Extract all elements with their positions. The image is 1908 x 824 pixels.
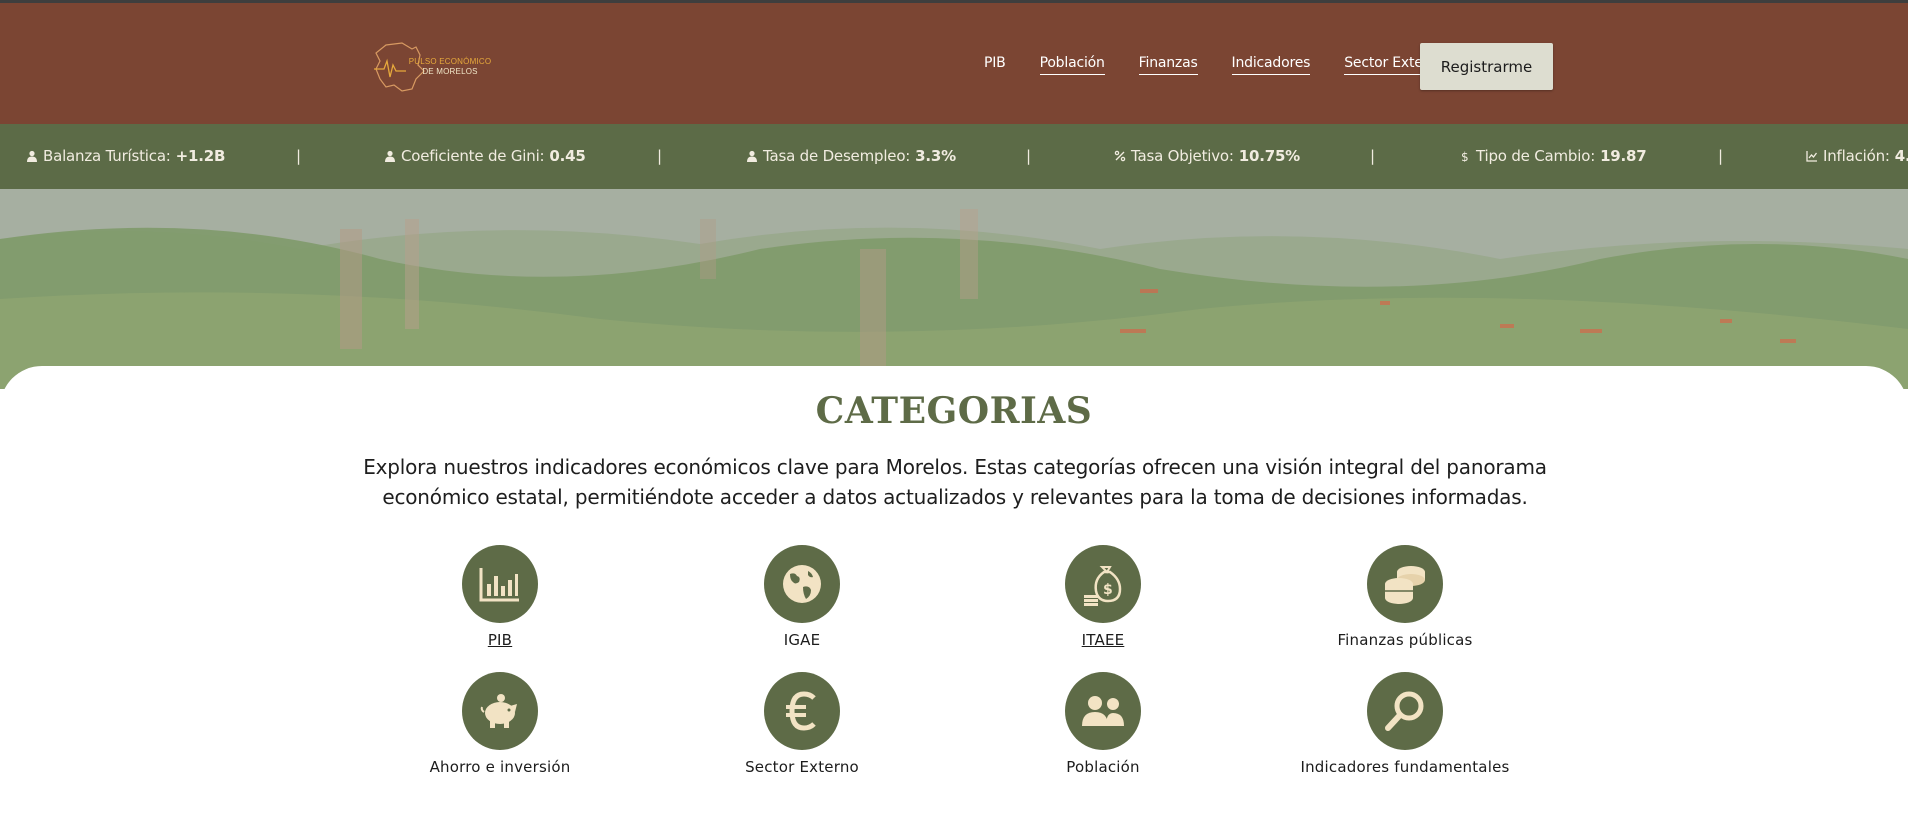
ticker-value: 19.87: [1600, 147, 1647, 165]
ticker-label: Tasa de Desempleo:: [763, 147, 911, 165]
nav-link-poblacion[interactable]: Población: [1039, 55, 1105, 75]
category-icon-circle[interactable]: [764, 545, 840, 623]
category-label[interactable]: ITAEE: [973, 631, 1233, 649]
category-icon-circle[interactable]: [462, 545, 538, 623]
globe-icon: [783, 565, 821, 603]
ticker-item-inflacion: Inflación: 4.: [1806, 147, 1908, 165]
description-line: económico estatal, permitiéndote acceder…: [382, 485, 1528, 509]
category-icon-circle[interactable]: [462, 672, 538, 750]
description-line: Explora nuestros indicadores económicos …: [363, 455, 1547, 479]
ticker-label: Balanza Turística:: [43, 147, 171, 165]
site-logo[interactable]: PULSO ECONÓMICO DE MORELOS: [372, 39, 492, 93]
category-icon-circle[interactable]: [764, 672, 840, 750]
ticker-item-gini: Coeficiente de Gini: 0.45: [384, 147, 586, 165]
ticker-separator: |: [296, 147, 302, 165]
category-label[interactable]: Indicadores fundamentales: [1275, 758, 1535, 776]
ticker-value: 3.3%: [915, 147, 956, 165]
category-icon-circle[interactable]: [1065, 672, 1141, 750]
category-indicadores-fundamentales[interactable]: Indicadores fundamentales: [1275, 672, 1535, 776]
category-icon-circle[interactable]: [1367, 545, 1443, 623]
ticker-item-tasa-objetivo: Tasa Objetivo: 10.75%: [1114, 147, 1300, 165]
svg-text:$: $: [1461, 150, 1468, 162]
landscape-illustration: [0, 189, 1908, 389]
hero-landscape-image: [0, 189, 1908, 389]
ticker-separator: |: [1026, 147, 1032, 165]
nav-link-finanzas[interactable]: Finanzas: [1138, 55, 1198, 75]
category-ahorro-inversion[interactable]: Ahorro e inversión: [370, 672, 630, 776]
category-label[interactable]: Población: [973, 758, 1233, 776]
money-bag-icon: $: [1084, 566, 1122, 606]
chart-line-icon: [1806, 151, 1818, 162]
category-igae[interactable]: IGAE: [672, 545, 932, 649]
register-button[interactable]: Registrarme: [1420, 43, 1553, 90]
category-label[interactable]: IGAE: [672, 631, 932, 649]
person-icon: [385, 150, 395, 162]
ticker-value: 0.45: [549, 147, 586, 165]
category-sector-externo[interactable]: Sector Externo: [672, 672, 932, 776]
section-description: Explora nuestros indicadores económicos …: [330, 452, 1580, 512]
main-nav: PIB Población Finanzas Indicadores Secto…: [984, 55, 1451, 75]
ticker-item-desempleo: Tasa de Desempleo: 3.3%: [746, 147, 956, 165]
category-label[interactable]: PIB: [370, 631, 630, 649]
ticker-separator: |: [1370, 147, 1376, 165]
bar-chart-icon: [479, 568, 519, 602]
nav-link-pib[interactable]: PIB: [984, 55, 1006, 75]
ticker-value: +1.2B: [175, 147, 226, 165]
euro-icon: [786, 691, 816, 731]
logo-text-line1: PULSO ECONÓMICO: [408, 57, 492, 66]
ticker-label: Coeficiente de Gini:: [401, 147, 545, 165]
ticker-separator: |: [657, 147, 663, 165]
ticker-label: Inflación:: [1823, 147, 1890, 165]
category-finanzas-publicas[interactable]: Finanzas públicas: [1275, 545, 1535, 649]
svg-text:$: $: [1103, 582, 1113, 598]
dollar-icon: $: [1461, 150, 1469, 162]
users-icon: [1082, 696, 1124, 726]
logo-text-line2: DE MORELOS: [422, 67, 478, 76]
percent-icon: [1114, 150, 1126, 162]
person-icon: [747, 150, 757, 162]
ticker-value: 4.: [1894, 147, 1908, 165]
nav-link-indicadores[interactable]: Indicadores: [1231, 55, 1310, 75]
category-pib[interactable]: PIB: [370, 545, 630, 649]
site-header: PULSO ECONÓMICO DE MORELOS PIB Población…: [0, 0, 1908, 124]
indicator-ticker: Balanza Turística: +1.2B | Coeficiente d…: [0, 124, 1908, 189]
ticker-label: Tipo de Cambio:: [1476, 147, 1596, 165]
ticker-separator: |: [1718, 147, 1724, 165]
ticker-item-balanza: Balanza Turística: +1.2B: [26, 147, 225, 165]
category-label[interactable]: Ahorro e inversión: [370, 758, 630, 776]
ticker-item-tipo-cambio: $ Tipo de Cambio: 19.87: [1459, 147, 1647, 165]
category-itaee[interactable]: $ ITAEE: [973, 545, 1233, 649]
coins-icon: [1385, 566, 1425, 604]
category-icon-circle[interactable]: [1367, 672, 1443, 750]
piggy-bank-icon: [480, 694, 517, 728]
category-label[interactable]: Sector Externo: [672, 758, 932, 776]
category-label[interactable]: Finanzas públicas: [1275, 631, 1535, 649]
category-icon-circle[interactable]: $: [1065, 545, 1141, 623]
categories-section: [0, 366, 1908, 824]
person-icon: [27, 150, 37, 162]
category-poblacion[interactable]: Población: [973, 672, 1233, 776]
ticker-value: 10.75%: [1238, 147, 1301, 165]
ticker-label: Tasa Objetivo:: [1131, 147, 1234, 165]
section-title: CATEGORIAS: [815, 390, 1093, 432]
magnifier-icon: [1385, 691, 1424, 731]
